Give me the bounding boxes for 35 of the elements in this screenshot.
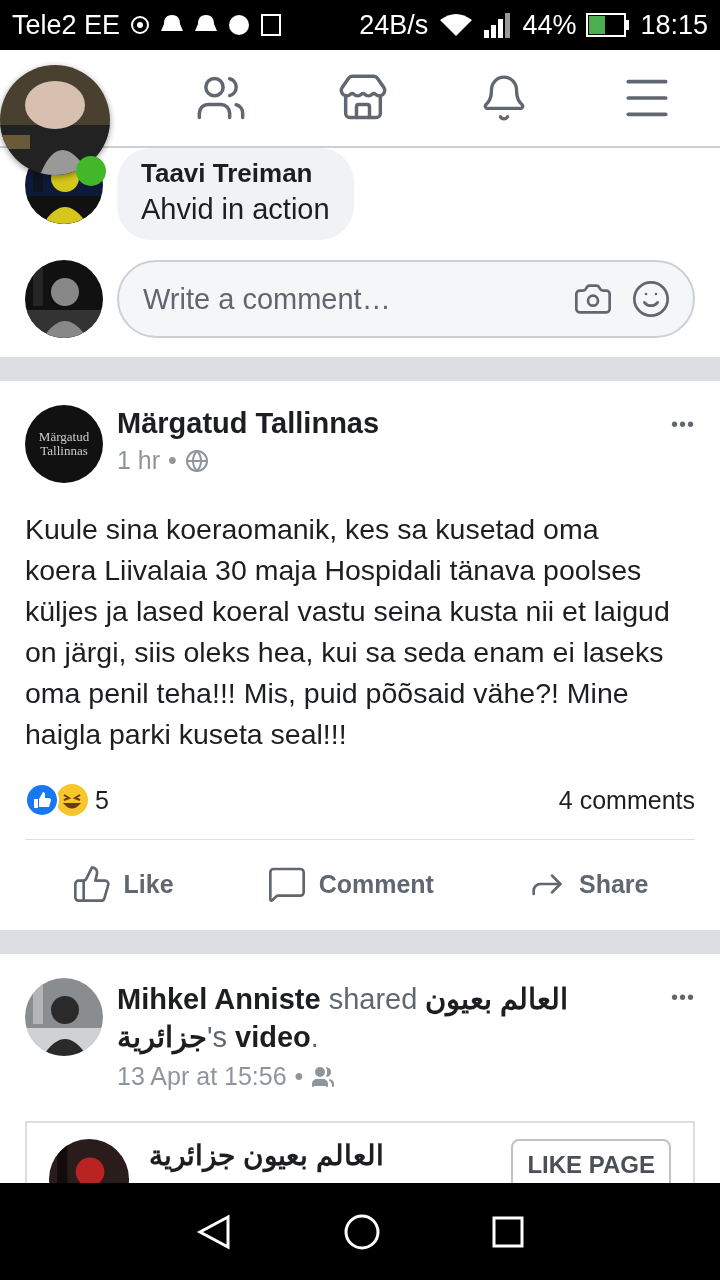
battery-icon xyxy=(586,12,631,38)
wifi-icon xyxy=(438,12,475,38)
post-text: Kuule sina koeraomanik, kes sa kusetad oma koera Liivalaia 30 maja Hospidali tänava poolses küljes ja lased koeral vastu seina kusta nii et laigud on järgi, siis oleks hea, kui sa seda enam ei laseks oma penil teha!!! Mis, puid põõsaid vähe?! Mine haigla parki kuseta seal!!! xyxy=(25,512,670,752)
comment-field[interactable]: Write a comment… xyxy=(117,260,695,338)
page-name[interactable]: العالم بعيون جزائرية xyxy=(149,1139,492,1172)
reaction-count[interactable]: 5 xyxy=(95,785,553,815)
comment-button[interactable]: Comment xyxy=(266,864,434,904)
separator-dot: • xyxy=(294,1062,304,1091)
more-button[interactable]: ••• xyxy=(671,986,695,1009)
recents-icon[interactable] xyxy=(492,1215,525,1248)
back-icon[interactable] xyxy=(195,1213,232,1250)
emoji-icon[interactable] xyxy=(631,279,671,319)
reactions-icon xyxy=(25,783,89,817)
comment-input[interactable]: Write a comment… xyxy=(141,281,555,317)
comment-count[interactable]: 4 comments xyxy=(558,785,695,815)
like-page-button[interactable]: LIKE PAGE xyxy=(511,1139,671,1183)
author-name[interactable]: Märgatud Tallinnas xyxy=(117,407,657,440)
carrier: Tele2 EE xyxy=(12,9,121,41)
avatar-text: Märgatud xyxy=(38,430,90,444)
home-icon[interactable] xyxy=(343,1212,381,1251)
clock: 18:15 xyxy=(640,9,708,41)
more-button[interactable]: ••• xyxy=(671,413,695,436)
network-speed: 24B/s xyxy=(359,9,429,41)
avatar-text: Tallinnas xyxy=(40,444,88,458)
like-button[interactable]: Like xyxy=(71,864,174,904)
share-button[interactable]: Share xyxy=(527,864,649,904)
page-avatar[interactable]: Märgatud Tallinnas xyxy=(25,405,103,483)
friends-icon xyxy=(311,1064,336,1089)
separator-dot: • xyxy=(168,446,177,475)
signal-icon xyxy=(484,12,513,38)
globe-icon xyxy=(184,448,209,473)
commenter-name[interactable]: Taavi Treiman xyxy=(141,158,330,189)
battery-percent: 44% xyxy=(522,9,577,41)
thumbs-up-icon xyxy=(71,864,112,904)
comment-text: Ahvid in action xyxy=(141,193,330,226)
